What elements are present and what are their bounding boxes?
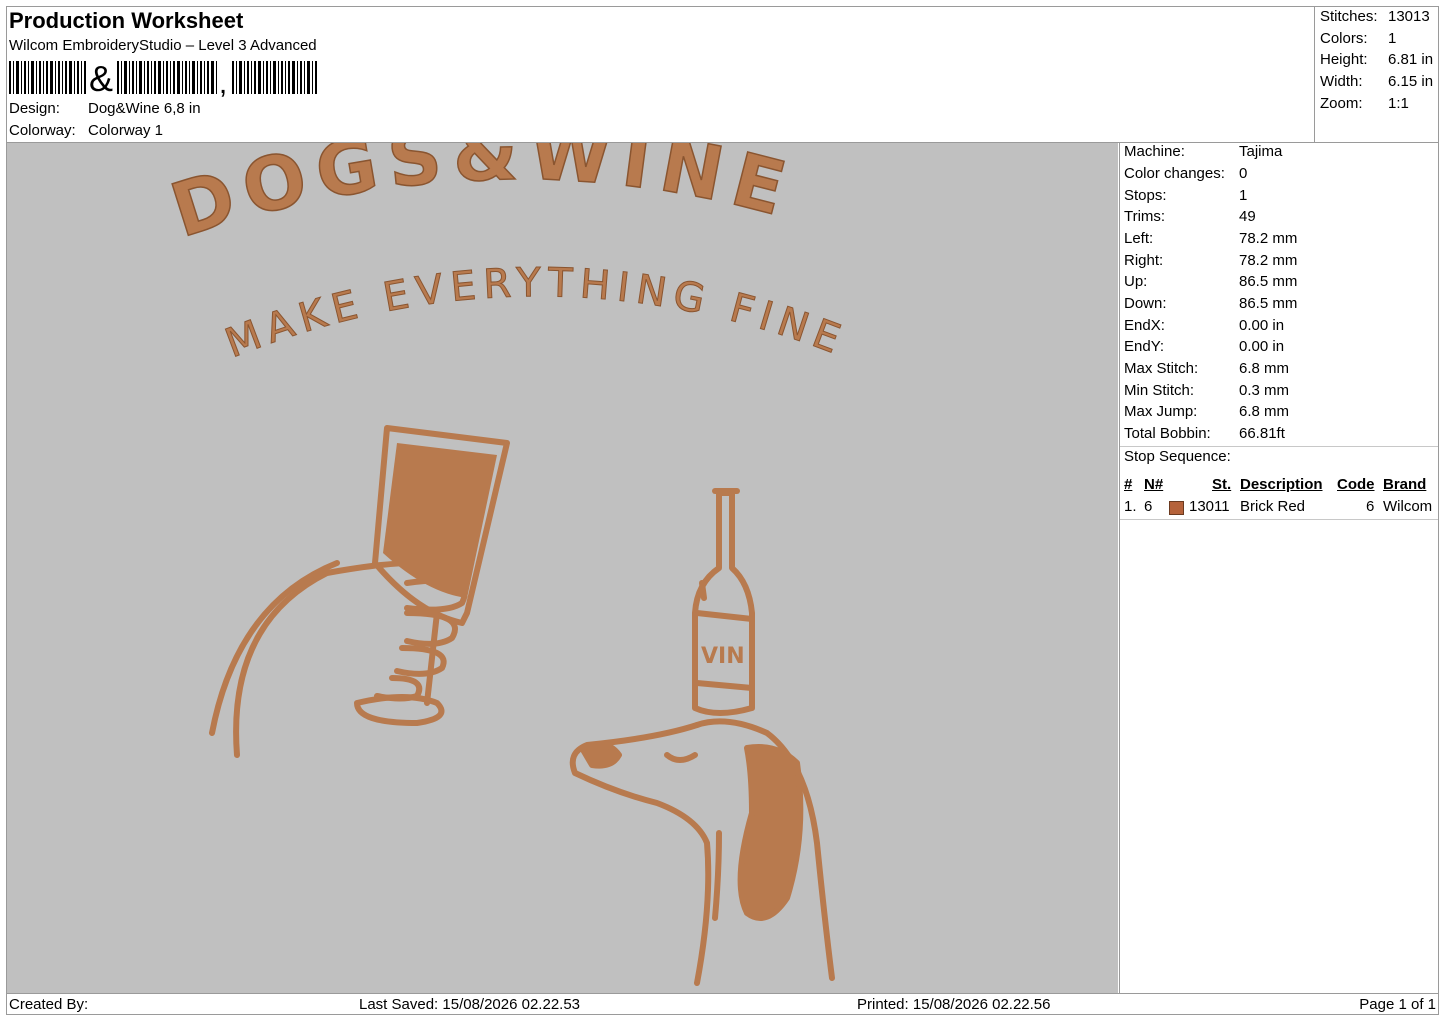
info-value: 86.5 mm: [1239, 295, 1298, 312]
info-label: Machine:: [1124, 143, 1185, 160]
stat-label: Width:: [1320, 73, 1363, 90]
info-label: Min Stitch:: [1124, 382, 1195, 399]
info-row: Up: 86.5 mm: [1124, 273, 1297, 290]
info-row: EndY: 0.00 in: [1124, 338, 1284, 355]
row-stitches: 13011: [1189, 498, 1230, 515]
stat-colors: Colors: 1: [1320, 30, 1396, 47]
machine-info-panel: Machine: Tajima Color changes: 0 Stops: 1 T…: [1119, 143, 1438, 993]
design-row: Design: Dog&Wine 6,8 in: [9, 100, 201, 117]
last-saved: Last Saved: 15/08/2026 02.22.53: [359, 996, 581, 1013]
info-label: EndX:: [1124, 317, 1165, 334]
info-label: Up:: [1124, 273, 1148, 290]
info-row: Min Stitch: 0.3 mm: [1124, 382, 1289, 399]
stat-value: 1:1: [1388, 95, 1409, 112]
thread-color-swatch: [1169, 501, 1184, 515]
worksheet-header: Production Worksheet Wilcom EmbroiderySt…: [6, 6, 1439, 143]
design-value: Dog&Wine 6,8 in: [88, 100, 201, 117]
info-value: 86.5 mm: [1239, 273, 1298, 290]
stat-width: Width: 6.15 in: [1320, 73, 1433, 90]
col-brand: Brand: [1383, 476, 1427, 493]
stat-zoom: Zoom: 1:1: [1320, 95, 1409, 112]
info-row: Trims: 49: [1124, 208, 1256, 225]
col-code: Code: [1337, 476, 1375, 493]
stop-sequence-title: Stop Sequence:: [1124, 448, 1231, 465]
stat-value: 13013: [1388, 8, 1430, 25]
info-label: Trims:: [1124, 208, 1166, 225]
col-needle: N#: [1144, 476, 1164, 493]
stat-label: Zoom:: [1320, 95, 1363, 112]
info-row: Max Stitch: 6.8 mm: [1124, 360, 1289, 377]
info-label: Max Stitch:: [1124, 360, 1199, 377]
col-description: Description: [1240, 476, 1323, 493]
info-value: 1: [1239, 187, 1248, 204]
info-value: 0.3 mm: [1239, 382, 1290, 399]
divider: [1120, 519, 1438, 520]
info-label: Total Bobbin:: [1124, 425, 1211, 442]
svg-text:,: ,: [219, 67, 227, 99]
stat-label: Colors:: [1320, 30, 1368, 47]
info-label: Stops:: [1124, 187, 1167, 204]
info-label: Right:: [1124, 252, 1164, 269]
divider: [1120, 446, 1438, 447]
info-value: 0: [1239, 165, 1248, 182]
stat-stitches: Stitches: 13013: [1320, 8, 1430, 25]
info-value: 6.8 mm: [1239, 403, 1290, 420]
worksheet-footer: Created By: Last Saved: 15/08/2026 02.22…: [6, 993, 1439, 1015]
info-value: 78.2 mm: [1239, 230, 1298, 247]
info-value: 0.00 in: [1239, 317, 1285, 334]
info-label: Left:: [1124, 230, 1154, 247]
info-row: Down: 86.5 mm: [1124, 295, 1297, 312]
info-row: Machine: Tajima: [1124, 143, 1282, 160]
info-value: 49: [1239, 208, 1256, 225]
info-label: Down:: [1124, 295, 1167, 312]
created-by: Created By:: [9, 996, 89, 1013]
dog-bottle-illustration: VIN: [569, 488, 835, 986]
row-description: Brick Red: [1240, 498, 1306, 515]
row-number: 1.: [1124, 498, 1137, 515]
colorway-label: Colorway:: [9, 122, 76, 139]
info-row: Total Bobbin: 66.81ft: [1124, 425, 1285, 442]
info-label: EndY:: [1124, 338, 1165, 355]
info-label: Max Jump:: [1124, 403, 1198, 420]
info-value: 0.00 in: [1239, 338, 1285, 355]
info-value: 66.81ft: [1239, 425, 1285, 442]
info-row: Max Jump: 6.8 mm: [1124, 403, 1289, 420]
info-row: EndX: 0.00 in: [1124, 317, 1284, 334]
info-value: Tajima: [1239, 143, 1283, 160]
info-row: Color changes: 0: [1124, 165, 1247, 182]
colorway-row: Colorway: Colorway 1: [9, 122, 163, 139]
info-row: Stops: 1: [1124, 187, 1247, 204]
stat-value: 6.81 in: [1388, 51, 1434, 68]
colorway-value: Colorway 1: [88, 122, 164, 139]
col-number: #: [1124, 476, 1133, 493]
stats-panel: Stitches: 13013 Colors: 1 Height: 6.81 in W…: [1314, 6, 1440, 142]
col-stitches: St.: [1212, 476, 1232, 493]
row-code: 6: [1366, 498, 1375, 515]
hand-glass-illustration: [209, 425, 510, 758]
stat-value: 1: [1388, 30, 1397, 47]
info-value: 6.8 mm: [1239, 360, 1290, 377]
design-subline: MAKE EVERYTHING FINE: [219, 260, 852, 367]
printed-date: Printed: 15/08/2026 02.22.56: [857, 996, 1051, 1013]
design-label: Design:: [9, 100, 60, 117]
embroidery-artwork: DOGS&WINE MAKE EVERYTHING FINE VIN: [161, 143, 852, 986]
stat-label: Stitches:: [1320, 8, 1378, 25]
software-name: Wilcom EmbroideryStudio – Level 3 Advanc…: [9, 37, 317, 54]
row-needle: 6: [1144, 498, 1153, 515]
row-brand: Wilcom: [1383, 498, 1433, 515]
design-preview: DOGS&WINE MAKE EVERYTHING FINE VIN: [7, 143, 1118, 993]
svg-text:&: &: [89, 61, 113, 99]
page-number: Page 1 of 1: [1359, 996, 1436, 1013]
info-value: 78.2 mm: [1239, 252, 1298, 269]
svg-text:VIN: VIN: [701, 644, 745, 669]
info-row: Right: 78.2 mm: [1124, 252, 1297, 269]
stat-height: Height: 6.81 in: [1320, 51, 1433, 68]
info-row: Left: 78.2 mm: [1124, 230, 1297, 247]
stat-label: Height:: [1320, 51, 1368, 68]
design-headline: DOGS&WINE: [161, 143, 803, 255]
design-barcode: & ,: [9, 61, 317, 99]
info-label: Color changes:: [1124, 165, 1225, 182]
stat-value: 6.15 in: [1388, 73, 1434, 90]
worksheet-title: Production Worksheet: [9, 8, 244, 33]
